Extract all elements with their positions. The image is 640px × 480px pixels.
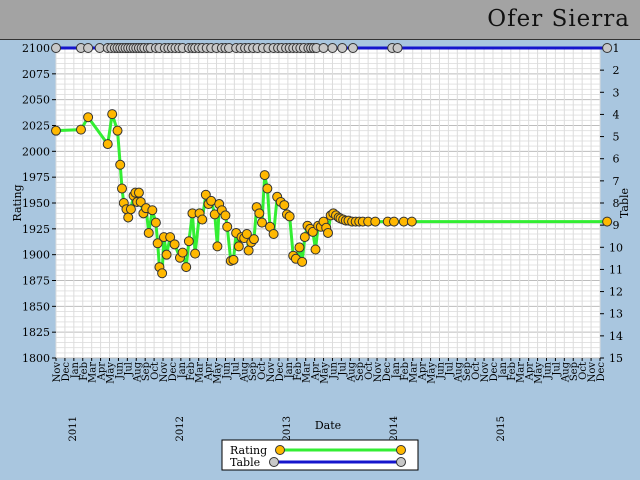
legend-marker-rating bbox=[396, 445, 406, 455]
legend: RatingTable bbox=[221, 439, 419, 471]
rating-point bbox=[133, 187, 144, 198]
y2-tick-label: 14 bbox=[609, 330, 623, 343]
y-axis-title: Rating bbox=[11, 184, 24, 221]
rating-point bbox=[370, 216, 381, 227]
rating-point bbox=[212, 241, 223, 252]
legend-marker-rating bbox=[275, 445, 285, 455]
rating-point bbox=[323, 227, 333, 238]
x-tick-label: Dec bbox=[596, 362, 607, 382]
rating-point bbox=[75, 124, 86, 135]
y-tick-label: 2025 bbox=[22, 120, 50, 133]
year-label: 2014 bbox=[389, 416, 400, 441]
y-tick-label: 1875 bbox=[22, 275, 50, 288]
table-point bbox=[51, 43, 61, 53]
y2-tick-label: 9 bbox=[613, 219, 620, 232]
rating-point bbox=[112, 125, 123, 136]
rating-point bbox=[228, 254, 239, 265]
rating-point bbox=[115, 159, 126, 170]
rating-point bbox=[284, 211, 295, 222]
y2-tick-label: 1 bbox=[613, 42, 620, 55]
rating-point bbox=[248, 234, 259, 245]
rating-point bbox=[83, 112, 94, 123]
y2-tick-label: 4 bbox=[613, 108, 620, 121]
rating-point bbox=[157, 268, 168, 279]
rating-point bbox=[116, 183, 127, 194]
year-label: 2011 bbox=[68, 416, 79, 441]
rating-point bbox=[294, 242, 305, 253]
year-label: 2012 bbox=[175, 416, 186, 441]
rating-point bbox=[190, 248, 201, 259]
y2-tick-label: 12 bbox=[609, 286, 623, 299]
legend-marker-table bbox=[269, 457, 279, 467]
rating-point bbox=[406, 216, 417, 227]
rating-point bbox=[177, 247, 188, 258]
y-tick-label: 2050 bbox=[22, 94, 50, 107]
rating-point bbox=[169, 239, 180, 250]
year-label: 2015 bbox=[496, 416, 507, 441]
y-tick-label: 2075 bbox=[22, 68, 50, 81]
rating-point bbox=[107, 109, 118, 120]
rating-point bbox=[147, 205, 158, 216]
rating-point bbox=[51, 125, 61, 136]
rating-point bbox=[259, 170, 270, 181]
legend-marker-table bbox=[396, 457, 406, 467]
y-tick-label: 1900 bbox=[22, 249, 50, 262]
rating-point bbox=[602, 216, 613, 227]
rating-point bbox=[102, 139, 113, 150]
year-label: 2013 bbox=[282, 416, 293, 441]
y2-tick-label: 10 bbox=[609, 241, 623, 254]
y-tick-label: 1950 bbox=[22, 197, 50, 210]
y-tick-label: 1800 bbox=[22, 352, 50, 365]
table-point bbox=[318, 43, 329, 53]
y-tick-label: 1925 bbox=[22, 223, 50, 236]
y-tick-label: 1825 bbox=[22, 326, 50, 339]
y2-tick-label: 3 bbox=[613, 86, 620, 99]
rating-point bbox=[262, 183, 273, 194]
rating-point bbox=[222, 221, 233, 232]
y2-tick-label: 2 bbox=[613, 64, 620, 77]
rating-point bbox=[150, 217, 161, 228]
rating-point bbox=[125, 204, 136, 215]
rating-point bbox=[181, 262, 192, 273]
table-point bbox=[337, 43, 348, 53]
rating-point bbox=[197, 214, 208, 225]
rating-point bbox=[161, 249, 172, 260]
y2-tick-label: 7 bbox=[613, 175, 620, 188]
y2-tick-label: 6 bbox=[613, 153, 620, 166]
rating-point bbox=[243, 245, 254, 256]
y-tick-label: 1850 bbox=[22, 300, 50, 313]
legend-label-table: Table bbox=[230, 456, 260, 469]
y2-axis-title: Table bbox=[618, 188, 631, 218]
x-axis-title: Date bbox=[315, 419, 341, 432]
rating-point bbox=[268, 229, 279, 239]
rating-point bbox=[143, 227, 154, 238]
table-point bbox=[347, 43, 358, 53]
table-point bbox=[83, 43, 94, 53]
rating-point bbox=[388, 216, 399, 227]
y2-tick-label: 13 bbox=[609, 308, 623, 321]
chart-window: Ofer Sierra 1800 1825 1850 1875 1900 1925 1950… bbox=[0, 0, 640, 480]
rating-point bbox=[299, 232, 310, 243]
rating-point bbox=[297, 256, 308, 267]
rating-point bbox=[233, 241, 244, 252]
table-point bbox=[392, 43, 403, 53]
rating-point bbox=[123, 212, 134, 223]
y-tick-label: 2100 bbox=[22, 42, 50, 55]
rating-point bbox=[220, 210, 231, 221]
rating-table-chart: 1800182518501875190019251950197520002025… bbox=[11, 42, 631, 471]
rating-point bbox=[279, 200, 290, 211]
table-point bbox=[327, 43, 338, 53]
y2-tick-label: 5 bbox=[613, 131, 620, 144]
y-tick-label: 2000 bbox=[22, 145, 50, 158]
y2-tick-label: 11 bbox=[609, 263, 623, 276]
rating-point bbox=[254, 208, 265, 219]
y-tick-label: 1975 bbox=[22, 171, 50, 184]
rating-point bbox=[183, 236, 194, 247]
table-point bbox=[602, 43, 613, 53]
rating-point bbox=[310, 244, 321, 255]
y2-tick-label: 15 bbox=[609, 352, 623, 365]
